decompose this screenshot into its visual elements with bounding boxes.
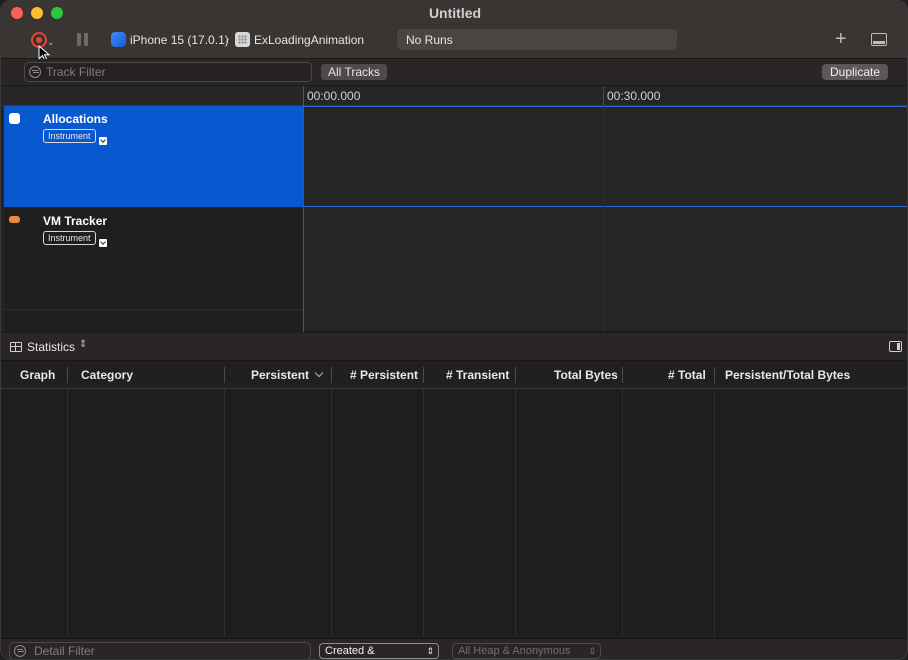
column-separator[interactable] [331,367,332,383]
vm-tracker-track-header[interactable]: VM Tracker Instrument [4,208,303,309]
column-header-total-count[interactable]: # Total [668,368,706,382]
column-separator[interactable] [423,367,424,383]
track-filter-input[interactable] [46,64,306,80]
track-filter-field[interactable] [24,62,312,82]
allocations-cube-icon [9,113,20,124]
lifespan-popup-label: Created & Persistent [325,645,375,657]
track-divider[interactable] [303,86,304,332]
pause-icon[interactable] [77,33,89,46]
allocation-type-popup-label: All Heap & Anonymous VM [458,645,571,657]
column-header-total-bytes[interactable]: Total Bytes [554,368,618,382]
chevron-updown-icon: ⇕ [426,646,434,656]
detail-filter-input[interactable] [34,644,304,658]
sort-descending-icon [314,368,324,378]
detail-view-bar: Statistics ⇕ [1,333,907,361]
run-selector[interactable]: No Runs [397,29,677,50]
device-icon [111,32,126,47]
filter-icon [14,645,26,657]
time-ruler[interactable]: 00:00.000 00:30.000 [303,86,907,106]
column-separator[interactable] [714,367,715,383]
panel-icon[interactable] [871,33,887,46]
chevron-down-icon[interactable] [99,137,107,145]
lifespan-popup[interactable]: Created & Persistent ⇕ [319,643,439,659]
track-type-tag: Instrument [43,231,96,245]
chevron-updown-icon: ⇕ [588,646,596,656]
column-grid-line [622,389,623,637]
detail-filter-field[interactable] [9,642,311,659]
ruler-tick-label: 00:00.000 [307,89,361,103]
detail-view-selector[interactable]: Statistics [27,340,75,354]
column-separator[interactable] [67,367,68,383]
inspector-toggle-icon[interactable] [889,341,902,352]
column-grid-line [423,389,424,637]
plus-icon[interactable]: + [835,29,847,49]
run-selector-label: No Runs [406,33,453,47]
all-tracks-button[interactable]: All Tracks [321,64,388,80]
timeline-area: 00:00.000 00:30.000 Allocations Instrume… [1,86,907,332]
column-header-persistent-total-bytes[interactable]: Persistent/Total Bytes [725,368,850,382]
allocations-track-header[interactable]: Allocations Instrument [4,106,303,207]
empty-track-area [4,309,303,332]
track-type-tag: Instrument [43,129,96,143]
chevron-down-icon[interactable] [99,239,107,247]
ruler-tick-label: 00:30.000 [607,89,661,103]
bottom-filter-bar: Created & Persistent ⇕ All Heap & Anonym… [1,638,907,659]
toolbar: Untitled ⌄ iPhone 15 (17.0.1) › ExLoadin… [1,1,907,62]
duplicate-button[interactable]: Duplicate [822,64,888,80]
table-header: Graph Category Persistent # Persistent #… [1,361,907,389]
ruler-header-left [1,86,303,106]
column-separator[interactable] [224,367,225,383]
column-grid-line [331,389,332,637]
statistics-table-body[interactable] [1,389,907,637]
allocations-track-lane[interactable] [304,106,907,207]
app-icon [235,32,250,47]
track-filter-bar: All Tracks Duplicate [1,59,907,86]
column-grid-line [515,389,516,637]
column-header-persistent-count[interactable]: # Persistent [350,368,418,382]
column-grid-line [67,389,68,637]
column-grid-line [224,389,225,637]
column-separator[interactable] [622,367,623,383]
track-name: VM Tracker [43,214,108,228]
timeline-grid-line [603,106,604,332]
device-selector[interactable]: iPhone 15 (17.0.1) [130,33,229,47]
column-header-graph[interactable]: Graph [20,368,55,382]
vm-tracker-track-lane[interactable] [304,208,907,309]
target-app-selector[interactable]: ExLoadingAnimation [254,33,364,47]
column-header-transient-count[interactable]: # Transient [446,368,509,382]
column-header-persistent[interactable]: Persistent [251,368,309,382]
allocation-type-popup[interactable]: All Heap & Anonymous VM ⇕ [452,643,601,659]
vm-tracker-icon [9,216,20,223]
window-title: Untitled [428,5,482,21]
track-name: Allocations [43,112,108,126]
column-separator[interactable] [515,367,516,383]
chevron-right-icon: › [225,31,230,46]
instruments-window: Untitled ⌄ iPhone 15 (17.0.1) › ExLoadin… [0,0,908,660]
column-header-category[interactable]: Category [81,368,133,382]
ruler-tick-line [603,86,604,106]
table-icon [10,342,22,352]
filter-icon [29,66,41,78]
column-grid-line [714,389,715,637]
chevron-updown-icon[interactable]: ⇕ [79,339,87,350]
